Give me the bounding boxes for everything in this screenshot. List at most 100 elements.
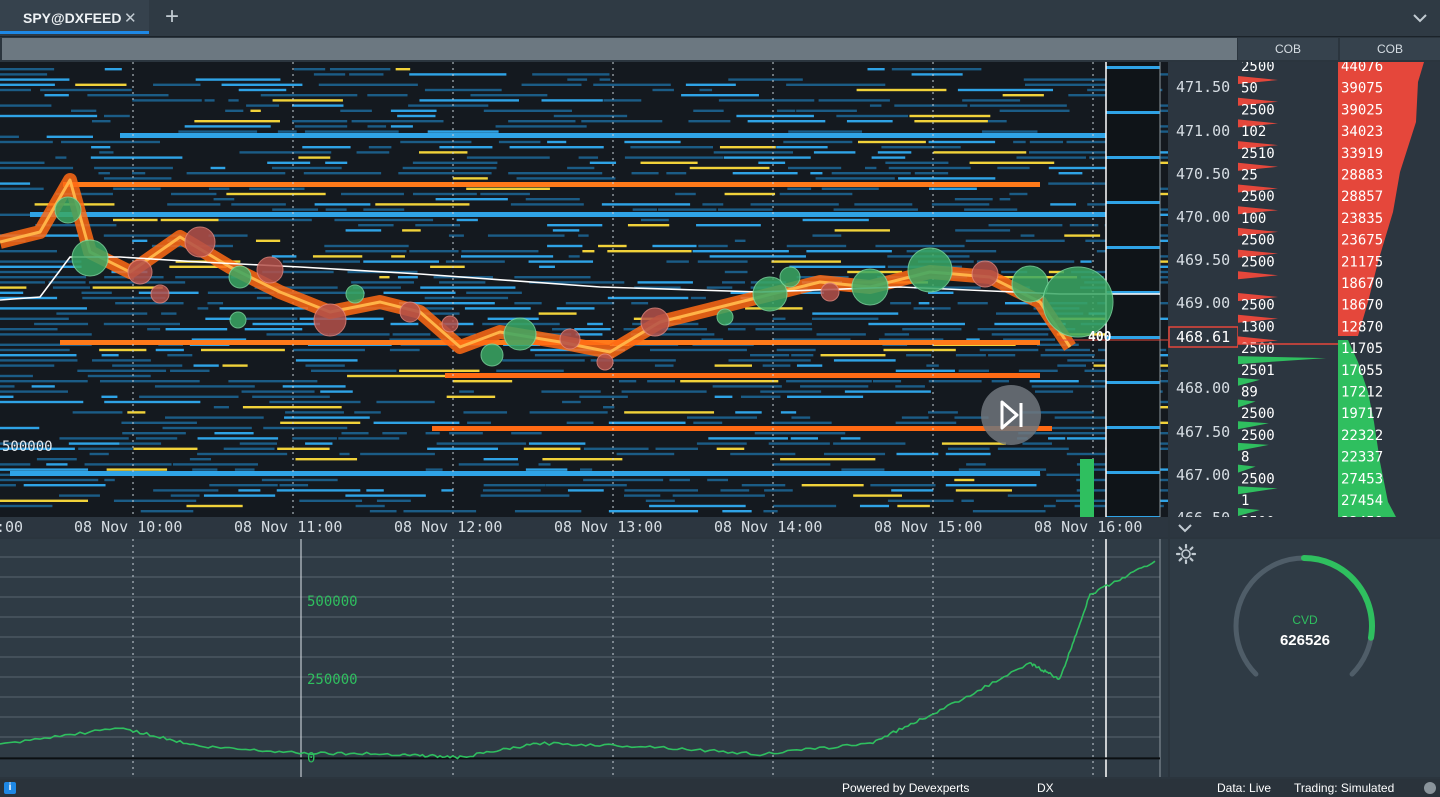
- time-label: 08 Nov 13:00: [554, 518, 662, 536]
- trade-bubble: [228, 265, 252, 289]
- liquidity-band: [10, 471, 1040, 476]
- cob-left-size: 2500: [1241, 102, 1275, 118]
- cob-right-size: 23835: [1341, 211, 1383, 227]
- time-label-partial: :00: [0, 518, 23, 536]
- cvd-y-label: 0: [307, 750, 315, 766]
- cob-left-size: 2500: [1241, 471, 1275, 487]
- trade-bubble: [851, 268, 889, 306]
- tab-spy-dxfeed[interactable]: SPY@DXFEED ✕: [0, 0, 149, 34]
- chevron-down-icon[interactable]: [1176, 519, 1196, 539]
- price-tick-label: 467.50: [1176, 423, 1230, 441]
- trading-status: Trading: Simulated: [1294, 781, 1395, 795]
- cob-right-size: 22322: [1341, 428, 1383, 444]
- time-axis[interactable]: :00 08 Nov 10:00 08 Nov 11:00 08 Nov 12:00 0…: [0, 517, 1168, 537]
- cob-header-right: COB: [1340, 38, 1440, 60]
- cob-left-size: 89: [1241, 385, 1258, 401]
- trade-bubble: [596, 353, 614, 371]
- play-skip-icon: [1000, 400, 1023, 430]
- cob-right-size: 17055: [1341, 363, 1383, 379]
- trade-bubble: [71, 239, 109, 277]
- data-status: Data: Live: [1217, 781, 1272, 795]
- close-icon[interactable]: ✕: [124, 9, 137, 27]
- cob-right-size: 11705: [1341, 341, 1383, 357]
- tab-bar: SPY@DXFEED ✕ +: [0, 0, 1440, 37]
- cob-left-size: 2500: [1241, 233, 1275, 249]
- price-tick-label: 466.50: [1176, 509, 1230, 517]
- cob-right-panel: 44076 39075 39025 34023 33919 28883 28857 23835…: [1338, 62, 1440, 517]
- trade-bubble: [399, 301, 421, 323]
- cob-right-size: 17212: [1341, 385, 1383, 401]
- chevron-down-icon[interactable]: [1408, 6, 1432, 30]
- cob-right-size: 27454: [1341, 493, 1383, 509]
- liquidity-band: [120, 133, 1160, 138]
- volume-bar: [1080, 459, 1094, 517]
- cob-left-size: 50: [1241, 81, 1258, 97]
- cob-right-size: 39075: [1341, 81, 1383, 97]
- cob-right-size: 28883: [1341, 168, 1383, 184]
- trade-bubble: [54, 196, 82, 224]
- status-bar: i Powered by Devexperts DX Data: Live Tr…: [0, 779, 1440, 797]
- cob-left-size: 100: [1241, 211, 1266, 227]
- price-tick-label: 471.50: [1176, 78, 1230, 96]
- price-tick-label: 469.00: [1176, 294, 1230, 312]
- cob-left-size: 25: [1241, 168, 1258, 184]
- cob-left-size: 8: [1241, 450, 1249, 466]
- cob-left-size: 2500: [1241, 254, 1275, 270]
- heatmap-canvas: [0, 62, 1168, 517]
- trade-bubble: [779, 266, 801, 288]
- replay-button[interactable]: [981, 385, 1041, 445]
- gauge-label: CVD: [1292, 613, 1318, 627]
- plus-icon[interactable]: +: [160, 3, 184, 31]
- trade-bubble: [1042, 266, 1114, 338]
- info-icon[interactable]: i: [4, 782, 16, 794]
- cob-right-size: 12870: [1341, 319, 1383, 335]
- cob-right-size: 44076: [1341, 62, 1383, 75]
- time-label: 08 Nov 12:00: [394, 518, 502, 536]
- price-tick-label: 469.50: [1176, 251, 1230, 269]
- trade-bubble: [503, 317, 537, 351]
- trade-bubble: [716, 308, 734, 326]
- order-book-heatmap[interactable]: 500000 400: [0, 62, 1168, 517]
- trade-bubble: [345, 284, 365, 304]
- cob-right-size: 33919: [1341, 146, 1383, 162]
- price-axis-canvas: 471.50 471.00 470.50 470.00 469.50 469.00 468.…: [1168, 78, 1238, 517]
- liquidity-band: [63, 182, 1040, 187]
- cvd-gauge-panel: CVD 626526: [1170, 539, 1440, 777]
- cvd-y-label: 250000: [307, 672, 358, 688]
- time-label: 08 Nov 15:00: [874, 518, 982, 536]
- cob-left-size: 2501: [1241, 363, 1275, 379]
- cob-left-size: 1: [1241, 493, 1249, 509]
- liquidity-band: [432, 426, 1052, 431]
- cob-left-size: 2500: [1241, 428, 1275, 444]
- trade-bubble: [184, 226, 216, 258]
- trade-bubble: [1011, 265, 1049, 303]
- cob-right-size: 21175: [1341, 254, 1383, 270]
- current-price-label: 468.61: [1176, 328, 1230, 346]
- price-tick-label: 470.50: [1176, 165, 1230, 183]
- cvd-chart[interactable]: 500000 250000 0: [0, 539, 1168, 777]
- time-label: 08 Nov 10:00: [74, 518, 182, 536]
- toolbar-strip: [2, 38, 1237, 60]
- cob-left-size: 1300: [1241, 319, 1275, 335]
- cob-left-size: 2500: [1241, 189, 1275, 205]
- volume-label: 500000: [2, 439, 53, 455]
- cob-right-size: 39025: [1341, 102, 1383, 118]
- trade-bubble: [127, 259, 153, 285]
- cob-ask-depth: [1238, 271, 1278, 280]
- cob-right-size: 27453: [1341, 471, 1383, 487]
- connection-indicator: [1424, 782, 1436, 794]
- trade-bubble: [313, 303, 347, 337]
- trade-bubble: [256, 256, 284, 284]
- trade-bubble: [820, 282, 840, 302]
- trade-bubble: [559, 328, 581, 350]
- time-label: 08 Nov 11:00: [234, 518, 342, 536]
- trade-bubble: [640, 307, 670, 337]
- current-size-label: 400: [1088, 330, 1112, 345]
- price-axis[interactable]: 471.50 471.00 470.50 470.00 469.50 469.00 468.…: [1168, 62, 1238, 517]
- liquidity-band: [445, 373, 1040, 378]
- cob-left-canvas: 2500 50 2500 102 2510 25 2500 100 2500 2500 2500 13…: [1238, 62, 1338, 517]
- price-tick-label: 468.00: [1176, 379, 1230, 397]
- cvd-chart-canvas: 500000 250000 0: [0, 539, 1161, 777]
- trade-bubble: [150, 284, 170, 304]
- cvd-gauge: [1233, 555, 1375, 677]
